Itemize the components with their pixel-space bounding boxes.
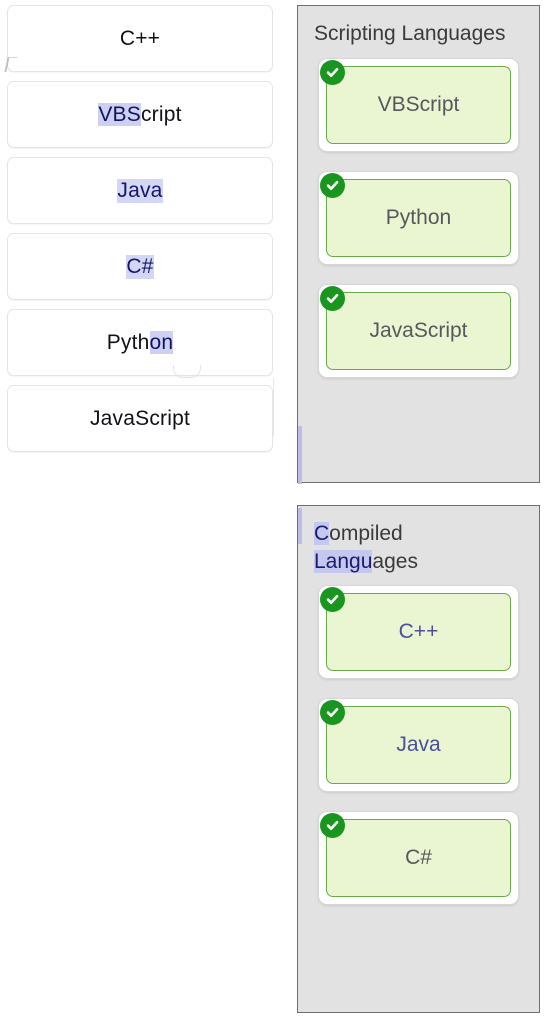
list-item[interactable]: JavaScript [7, 385, 273, 452]
language-card-wrapper[interactable]: VBScript [318, 57, 519, 152]
language-card[interactable]: C# [326, 819, 511, 898]
drop-zone-scripting-languages[interactable]: Scripting Languages VBScript Python Java… [297, 5, 540, 484]
list-item-label: VBScript [98, 102, 182, 126]
list-item[interactable]: Python [7, 309, 273, 376]
card-list-scripting: VBScript Python JavaScript [298, 48, 539, 378]
selection-highlight: Langu [314, 549, 373, 573]
language-card-label: Java [396, 733, 441, 757]
language-card[interactable]: JavaScript [326, 291, 511, 370]
list-item[interactable]: Java [7, 157, 273, 224]
selection-highlight: on [149, 330, 174, 354]
language-card[interactable]: Python [326, 178, 511, 257]
list-item[interactable]: VBScript [7, 81, 273, 148]
language-card-wrapper[interactable]: C# [318, 811, 519, 906]
list-item-label: C# [126, 254, 154, 279]
drop-zone-compiled-languages[interactable]: Compiled Languages C++ Java C# [297, 505, 540, 1013]
available-languages-list: C++ VBScript Java C# Python JavaScript [7, 5, 273, 461]
check-circle-icon [320, 172, 345, 198]
panel-title-scripting: Scripting Languages [314, 22, 506, 45]
language-card[interactable]: VBScript [326, 65, 511, 144]
card-list-compiled: C++ Java C# [298, 575, 539, 906]
language-card[interactable]: Java [326, 706, 511, 785]
language-card-label: C++ [398, 620, 439, 644]
language-card[interactable]: C++ [326, 593, 511, 672]
cursor-artifact [173, 365, 201, 378]
list-item[interactable]: C++ [7, 5, 273, 72]
language-card-wrapper[interactable]: Python [318, 170, 519, 265]
selection-highlight: VBS [98, 102, 141, 126]
panel-title-compiled: Compiled Languages [314, 522, 418, 573]
selection-sliver [298, 508, 302, 544]
language-card-label: JavaScript [369, 318, 468, 342]
language-card-wrapper[interactable]: JavaScript [318, 283, 519, 378]
check-circle-icon [320, 59, 345, 85]
language-card-label: C# [405, 846, 432, 870]
language-card-wrapper[interactable]: C++ [318, 585, 519, 680]
selection-sliver [298, 426, 302, 484]
language-card-wrapper[interactable]: Java [318, 698, 519, 793]
edge-artifact [267, 378, 274, 436]
selection-highlight: C [314, 522, 330, 545]
list-item-label: C++ [119, 26, 161, 50]
list-item-label: Java [117, 178, 163, 203]
language-card-label: VBScript [377, 92, 460, 116]
check-circle-icon [320, 285, 345, 311]
list-item-label: Python [106, 330, 174, 354]
list-item[interactable]: C# [7, 233, 273, 300]
list-item-label: JavaScript [89, 406, 191, 430]
language-card-label: Python [385, 205, 452, 229]
